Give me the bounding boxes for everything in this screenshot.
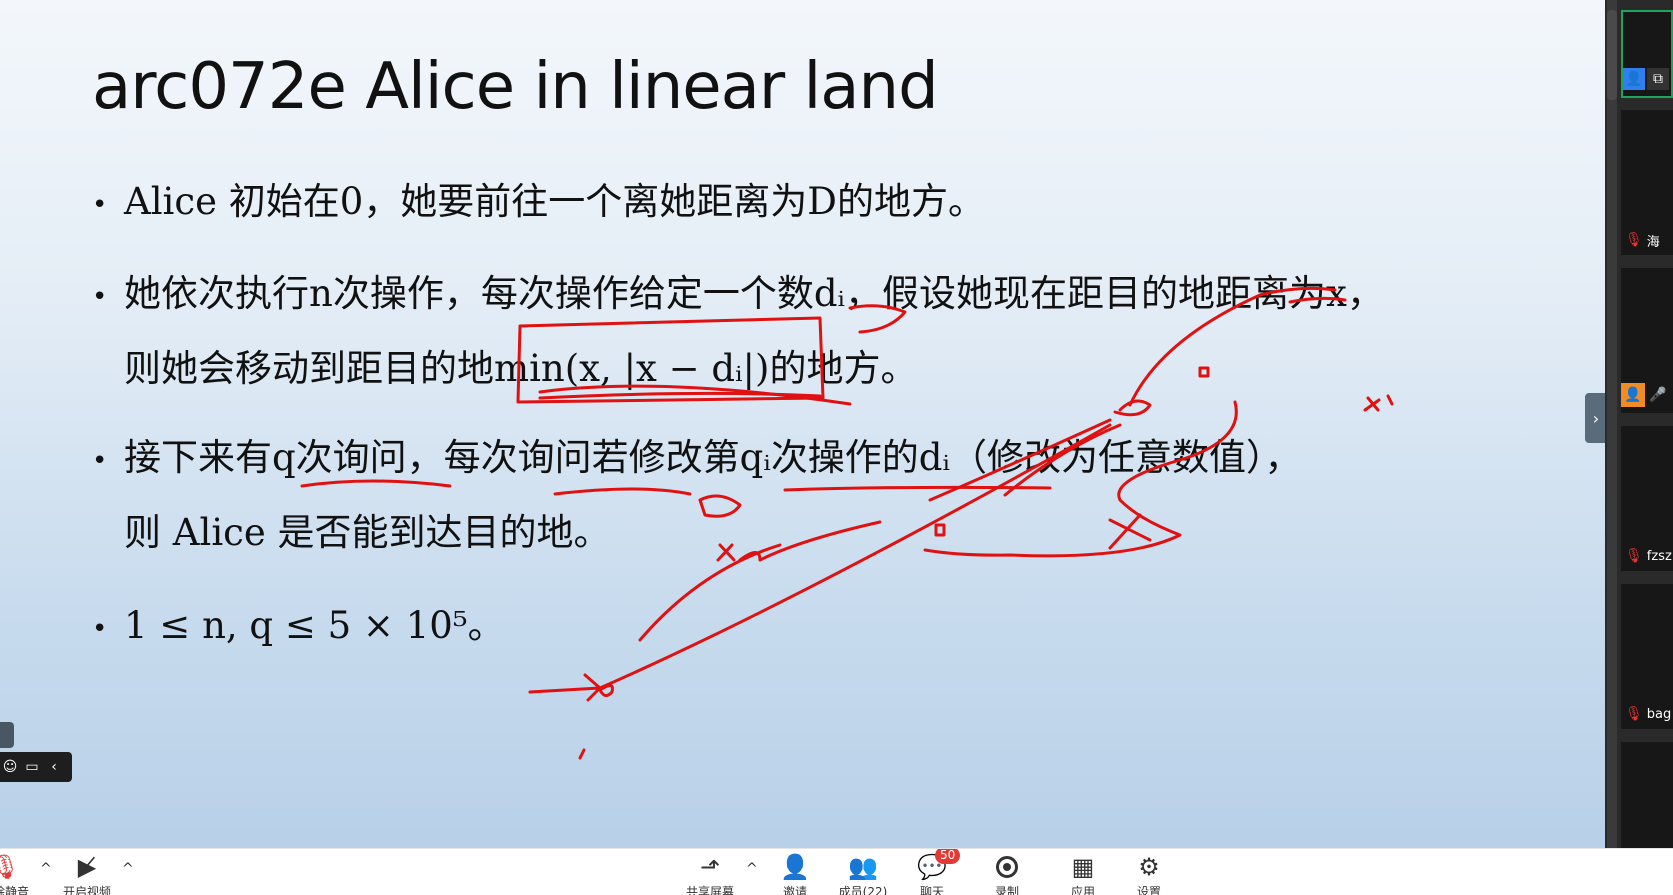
participant-tile[interactable]	[1621, 742, 1673, 848]
participant-tile[interactable]: 👤 🎤	[1621, 268, 1673, 413]
meeting-toolbar: 🎙 解除静音 ^ ▶̸ 开启视频 ^ ⬏ 共享屏幕 ^ 👤 邀请 👥 成员(22…	[0, 848, 1673, 895]
bullet-dot: •	[92, 281, 108, 312]
record-label: 录制	[994, 885, 1019, 895]
invite-button[interactable]: 👤 邀请	[760, 853, 830, 895]
bullet-2-line2: 则她会移动到距目的地min(x, |x − dᵢ|)的地方。	[124, 346, 918, 390]
bullet-dot: •	[92, 445, 108, 476]
share-options-caret-icon[interactable]: ^	[746, 861, 758, 877]
participant-tile[interactable]: 👤 ⧉	[1621, 10, 1673, 98]
bullet-4: • 1 ≤ n, q ≤ 5 × 10⁵。	[92, 590, 505, 665]
invite-label: 邀请	[782, 885, 807, 895]
chat-unread-badge: 50	[935, 849, 961, 864]
unmute-label: 解除静音	[0, 885, 29, 895]
bullet-2: • 她依次执行n次操作，每次操作给定一个数dᵢ，假设她现在距目的地距离为x， 则她…	[92, 258, 1384, 405]
participant-panel: 👤 ⧉ 🎙 海 👤 🎤 🎙 fzsz 🎙 bag	[1605, 0, 1673, 848]
person-icon: 👤	[1623, 68, 1645, 90]
members-icon: 👥	[848, 853, 878, 881]
mic-muted-icon: 🎙	[0, 853, 20, 881]
share-screen-icon: ⬏	[699, 853, 721, 881]
apps-grid-icon: ▦	[1071, 853, 1095, 881]
add-person-icon: 👤	[780, 853, 810, 881]
bullet-dot: •	[92, 613, 108, 644]
start-video-button[interactable]: ▶̸ 开启视频	[52, 853, 122, 895]
chat-label: 聊天	[919, 885, 944, 895]
start-video-label: 开启视频	[62, 885, 111, 895]
scrollbar-thumb[interactable]	[1607, 10, 1617, 100]
bullet-dot: •	[92, 189, 108, 220]
bullet-3: • 接下来有q次询问，每次询问若修改第qᵢ次操作的dᵢ（修改为任意数值）， 则 A…	[92, 422, 1301, 569]
members-button[interactable]: 👥 成员(22)	[828, 853, 898, 895]
ink-dot	[578, 748, 586, 760]
screen-share-icon: ⧉	[1647, 68, 1669, 90]
bullet-1: • Alice 初始在0，她要前往一个离她距离为D的地方。	[92, 166, 985, 241]
bullet-2-line1: 她依次执行n次操作，每次操作给定一个数dᵢ，假设她现在距目的地距离为x，	[124, 272, 1384, 315]
record-button[interactable]: 录制	[972, 853, 1042, 895]
participant-name: fzsz	[1646, 548, 1672, 564]
slide-title: arc072e Alice in linear land	[92, 50, 939, 124]
bullet-1-text: Alice 初始在0，她要前往一个离她距离为D的地方。	[124, 180, 985, 223]
chat-icon: 💬 50	[917, 849, 961, 881]
gear-icon: ⚙	[1138, 853, 1160, 881]
settings-button[interactable]: ⚙ 设置	[1114, 853, 1184, 895]
participant-tile[interactable]: 🎙 海	[1621, 110, 1673, 255]
apps-label: 应用	[1070, 885, 1095, 895]
participant-tile[interactable]: 🎙 bag	[1621, 584, 1673, 729]
participant-tile[interactable]: 🎙 fzsz	[1621, 426, 1673, 571]
participant-name: 海	[1646, 234, 1660, 250]
ink-arrowhead	[528, 673, 614, 702]
chat-bubble-icon[interactable]: ▭	[24, 759, 40, 775]
chevron-left-icon[interactable]: ‹	[46, 759, 62, 775]
bullet-3-line1: 接下来有q次询问，每次询问若修改第qᵢ次操作的dᵢ（修改为任意数值），	[124, 436, 1302, 479]
side-tab-handle[interactable]	[0, 722, 14, 748]
mic-muted-icon: 🎙	[1625, 706, 1643, 722]
presentation-slide: arc072e Alice in linear land • Alice 初始在0…	[0, 0, 1605, 848]
bullet-3-line2: 则 Alice 是否能到达目的地。	[124, 510, 611, 554]
apps-button[interactable]: ▦ 应用	[1048, 853, 1118, 895]
share-screen-button[interactable]: ⬏ 共享屏幕	[675, 853, 745, 895]
members-label: 成员(22)	[838, 885, 888, 895]
chevron-right-icon: ›	[1592, 408, 1600, 428]
emoji-icon[interactable]: ☺	[2, 759, 18, 775]
video-off-icon: ▶̸	[77, 853, 97, 881]
chat-button[interactable]: 💬 50 聊天	[897, 849, 967, 895]
record-icon	[996, 853, 1018, 881]
person-icon: 👤	[1621, 383, 1645, 407]
collapse-panel-button[interactable]: ›	[1585, 393, 1607, 443]
floating-reaction-widget[interactable]: ☺ ▭ ‹	[0, 752, 72, 782]
mic-options-caret-icon[interactable]: ^	[40, 861, 52, 877]
bullet-4-text: 1 ≤ n, q ≤ 5 × 10⁵。	[124, 604, 505, 647]
mic-icon: 🎤	[1649, 387, 1667, 403]
settings-label: 设置	[1136, 885, 1161, 895]
video-options-caret-icon[interactable]: ^	[122, 861, 134, 877]
participant-name: bag	[1646, 706, 1672, 722]
unmute-button[interactable]: 🎙 解除静音	[0, 853, 40, 895]
mic-muted-icon: 🎙	[1625, 232, 1643, 248]
mic-muted-icon: 🎙	[1625, 548, 1643, 564]
share-screen-label: 共享屏幕	[685, 885, 734, 895]
panel-scrollbar[interactable]	[1607, 0, 1617, 848]
